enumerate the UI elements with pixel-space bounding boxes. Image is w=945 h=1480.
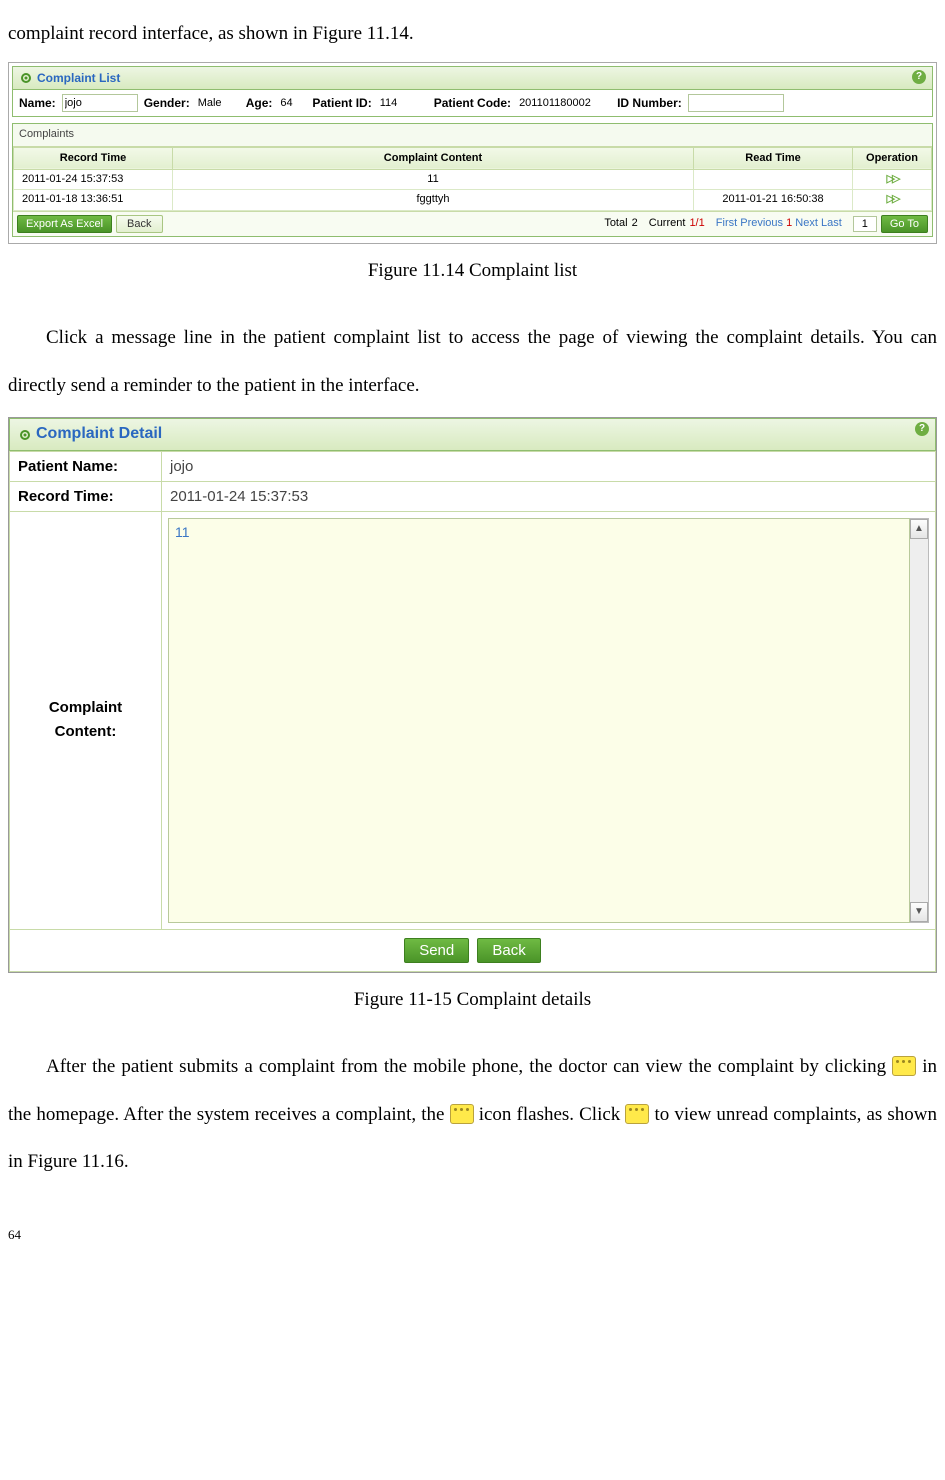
name-label: Name: [19,95,56,112]
complaint-content-label: Complaint Content: [10,511,162,929]
col-operation: Operation [853,147,932,169]
cell-op: ▷▷ [853,170,932,190]
back-button[interactable]: Back [477,938,540,963]
detail-actions: Send Back [9,930,936,972]
paragraph-2: Click a message line in the patient comp… [8,314,937,409]
gear-icon [18,428,32,442]
panel-title: Complaint Detail [36,423,162,445]
complaints-subtitle: Complaints [13,124,932,146]
patient-name-value: jojo [162,451,936,481]
chat-icon [625,1104,649,1124]
id-number-input[interactable] [688,94,784,112]
patient-id-input[interactable] [378,95,428,111]
goto-button[interactable]: Go To [881,215,928,233]
patient-code-input[interactable] [517,95,611,111]
id-number-label: ID Number: [617,95,682,112]
goto-input[interactable] [853,216,877,232]
chat-icon [450,1104,474,1124]
scrollbar[interactable]: ▲ ▼ [910,518,929,923]
col-complaint-content: Complaint Content [173,147,694,169]
complaints-table: Record Time Complaint Content Read Time … [13,147,932,211]
forward-icon[interactable]: ▷▷ [887,173,898,185]
filter-bar: Name: Gender: Age: Patient ID: Patient C… [13,90,932,116]
scroll-down-icon[interactable]: ▼ [910,902,928,922]
prev-link[interactable]: Previous [740,217,783,229]
table-footer: Export As Excel Back Total 2 Current 1/1… [13,211,932,236]
gender-label: Gender: [144,95,190,112]
current-value: 1/1 [689,216,704,231]
figure-complaint-list: Complaint List ? Name: Gender: Age: Pati… [8,62,937,244]
help-icon[interactable]: ? [912,70,926,84]
panel-header-list: Complaint List ? [13,67,932,91]
gear-icon [19,71,33,85]
figure-caption-2: Figure 11-15 Complaint details [8,987,937,1014]
total-label: Total [604,216,627,231]
cell-time: 2011-01-18 13:36:51 [14,190,173,210]
paragraph-3: After the patient submits a complaint fr… [8,1043,937,1186]
col-record-time: Record Time [14,147,173,169]
help-icon[interactable]: ? [915,422,929,436]
gender-input[interactable] [196,95,240,111]
page-now: 1 [786,217,792,229]
table-row[interactable]: 2011-01-18 13:36:51 fggttyh 2011-01-21 1… [14,190,932,210]
send-button[interactable]: Send [404,938,469,963]
patient-code-label: Patient Code: [434,95,511,112]
cell-content: 11 [173,170,694,190]
intro-text: complaint record interface, as shown in … [8,10,937,58]
cell-op: ▷▷ [853,190,932,210]
cell-content: fggttyh [173,190,694,210]
patient-id-label: Patient ID: [312,95,371,112]
current-label: Current [649,216,686,231]
cell-read [694,170,853,190]
total-value: 2 [632,216,638,231]
scroll-up-icon[interactable]: ▲ [910,519,928,539]
forward-icon[interactable]: ▷▷ [887,193,898,205]
first-link[interactable]: First [716,217,737,229]
last-link[interactable]: Last [821,217,842,229]
page-number: 64 [8,1226,937,1244]
export-excel-button[interactable]: Export As Excel [17,215,112,233]
age-input[interactable] [278,95,306,111]
panel-title: Complaint List [37,70,120,87]
cell-read: 2011-01-21 16:50:38 [694,190,853,210]
figure-caption-1: Figure 11.14 Complaint list [8,258,937,285]
figure-complaint-detail: Complaint Detail ? Patient Name: jojo Re… [8,417,937,972]
record-time-label: Record Time: [10,481,162,511]
back-button[interactable]: Back [116,215,162,233]
name-input[interactable] [62,94,138,112]
patient-name-label: Patient Name: [10,451,162,481]
age-label: Age: [246,95,273,112]
complaint-content-textarea[interactable]: 11 [168,518,910,923]
next-link[interactable]: Next [795,217,818,229]
table-row[interactable]: 2011-01-24 15:37:53 11 ▷▷ [14,170,932,190]
cell-time: 2011-01-24 15:37:53 [14,170,173,190]
col-read-time: Read Time [694,147,853,169]
record-time-value: 2011-01-24 15:37:53 [162,481,936,511]
chat-icon [892,1056,916,1076]
panel-header-detail: Complaint Detail ? [9,418,936,450]
detail-table: Patient Name: jojo Record Time: 2011-01-… [9,451,936,930]
